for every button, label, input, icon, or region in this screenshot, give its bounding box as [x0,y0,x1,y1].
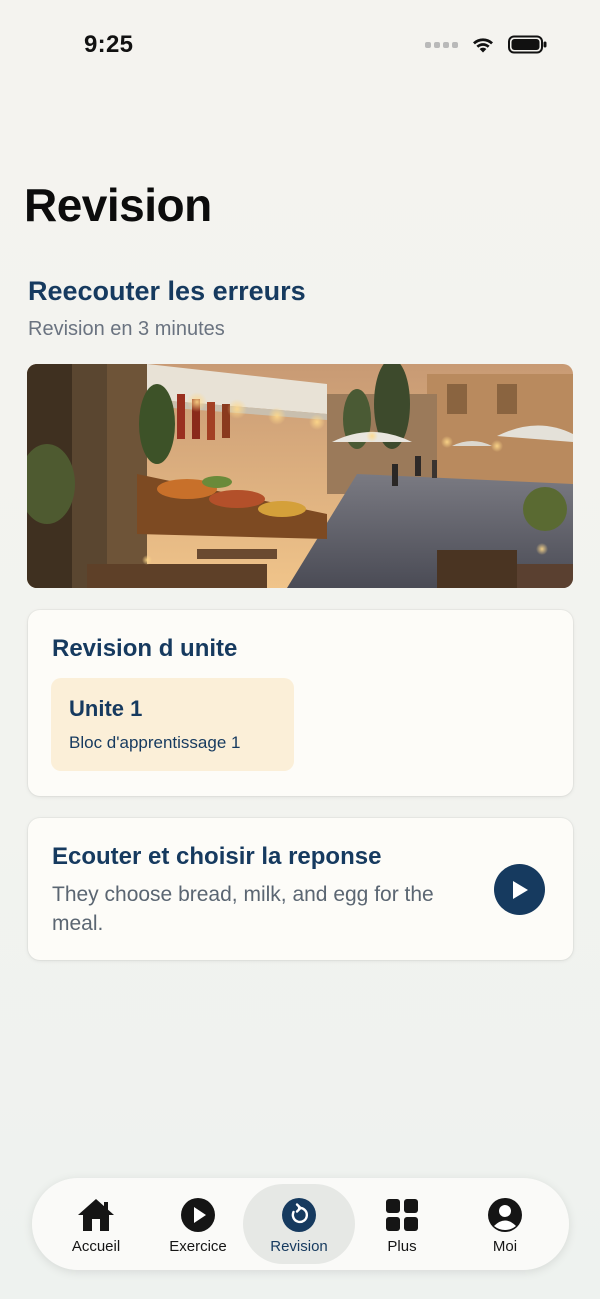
tab-label: Plus [387,1238,417,1255]
unit-chip[interactable]: Unite 1 Bloc d'apprentissage 1 [51,678,294,771]
unit-review-title: Revision d unite [52,635,238,662]
replay-section-title[interactable]: Reecouter les erreurs [28,276,306,307]
grid-icon [386,1199,418,1231]
replay-section-subtitle: Revision en 3 minutes [28,318,225,340]
tab-bar: Accueil Exercice Revision Plus Moi [32,1178,569,1270]
unit-chip-subtitle: Bloc d'apprentissage 1 [69,733,241,752]
listen-choose-sentence: They choose bread, milk, and egg for the… [52,883,434,935]
market-street-image[interactable] [27,364,573,588]
tab-label: Moi [492,1238,518,1255]
revision-icon [282,1198,316,1232]
unit-chip-title: Unite 1 [69,696,143,721]
status-icons [425,35,548,54]
tab-moi[interactable]: Moi [449,1184,561,1264]
tab-label: Revision [270,1238,328,1255]
wifi-icon [473,38,493,53]
play-circle-icon [181,1198,215,1232]
home-icon [78,1199,114,1231]
listen-choose-card[interactable]: Ecouter et choisir la reponse They choos… [28,818,573,960]
play-icon [512,880,528,899]
tab-exercice[interactable]: Exercice [142,1184,254,1264]
status-time: 9:25 [84,31,134,58]
tab-label: Accueil [71,1238,121,1255]
signal-icon [425,41,458,48]
status-bar: 9:25 [0,0,600,90]
tab-revision[interactable]: Revision [243,1184,355,1264]
play-button[interactable] [494,864,545,915]
unit-review-card: Revision d unite Unite 1 Bloc d'apprenti… [28,610,573,796]
battery-icon [508,35,547,54]
tab-label: Exercice [169,1238,227,1255]
tab-plus[interactable]: Plus [346,1184,458,1264]
listen-choose-title: Ecouter et choisir la reponse [52,843,382,870]
page-title: Revision [24,179,212,231]
person-icon [488,1198,522,1232]
tab-accueil[interactable]: Accueil [40,1184,152,1264]
